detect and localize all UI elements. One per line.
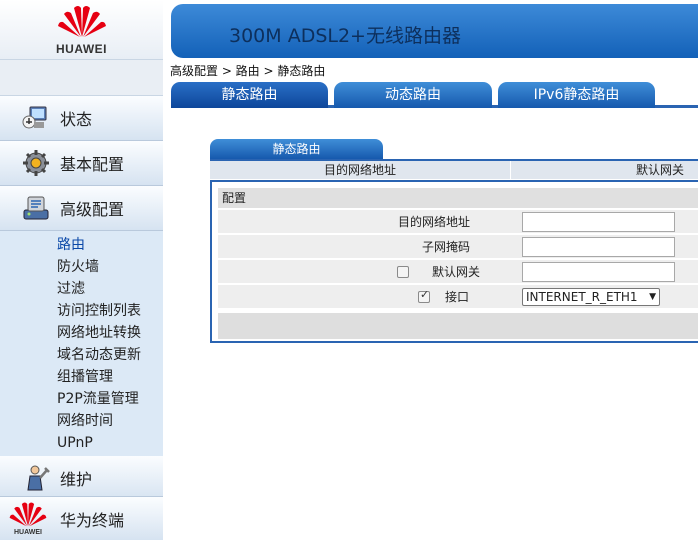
subnet-mask-input[interactable] — [522, 237, 675, 257]
huawei-terminal-brand[interactable]: HUAWEI 华为终端 — [0, 496, 163, 540]
interface-label: 接口 — [444, 290, 469, 304]
sidebar-item-basic-config[interactable]: 基本配置 — [0, 141, 163, 186]
gateway-input[interactable] — [522, 262, 675, 282]
form-row-gateway: 默认网关 — [218, 260, 698, 284]
sidebar: HUAWEI 状态 基本配置 高级配置 路由 防火墙 过滤 访问控制列表 网络地… — [0, 0, 163, 540]
submenu-item-p2p[interactable]: P2P流量管理 — [57, 388, 163, 410]
panel-tab-static-route: 静态路由 — [210, 139, 383, 159]
sidebar-item-status[interactable]: 状态 — [0, 96, 163, 141]
sidebar-spacer — [0, 60, 163, 96]
column-header-gateway: 默认网关 — [510, 161, 698, 179]
form-row-subnet-mask: 子网掩码 — [218, 235, 698, 259]
column-header-destination: 目的网络地址 — [323, 163, 396, 177]
submenu-item-firewall[interactable]: 防火墙 — [57, 256, 163, 278]
gear-icon — [23, 150, 49, 176]
interface-selected-value: INTERNET_R_ETH1 — [526, 290, 638, 304]
tab-dynamic-route[interactable]: 动态路由 — [334, 82, 492, 108]
config-form: 配置 目的网络地址 子网掩码 默认网关 接口 INTERNET_R_ETH1 ▼ — [210, 180, 698, 343]
brand-name: HUAWEI — [56, 42, 107, 56]
page-title: 300M ADSL2+无线路由器 — [229, 25, 461, 47]
tab-bar: 静态路由 动态路由 IPv6静态路由 — [171, 80, 698, 108]
config-title: 配置 — [218, 188, 698, 208]
breadcrumb: 高级配置 > 路由 > 静态路由 — [170, 64, 326, 78]
huawei-logo: HUAWEI — [0, 0, 163, 60]
interface-select[interactable]: INTERNET_R_ETH1 ▼ — [522, 288, 660, 306]
submenu: 路由 防火墙 过滤 访问控制列表 网络地址转换 域名动态更新 组播管理 P2P流… — [0, 231, 163, 456]
submenu-item-ddns[interactable]: 域名动态更新 — [57, 344, 163, 366]
status-monitor-icon — [22, 106, 47, 129]
destination-input[interactable] — [522, 212, 675, 232]
sidebar-item-label: 状态 — [60, 110, 93, 129]
sidebar-item-label: 维护 — [60, 470, 93, 489]
tab-static-route[interactable]: 静态路由 — [171, 82, 328, 108]
submenu-item-acl[interactable]: 访问控制列表 — [57, 300, 163, 322]
form-row-destination: 目的网络地址 — [218, 210, 698, 234]
form-row-interface: 接口 INTERNET_R_ETH1 ▼ — [218, 285, 698, 309]
submenu-item-route[interactable]: 路由 — [57, 234, 163, 256]
route-table-header: 目的网络地址 默认网关 — [210, 159, 698, 179]
maintenance-icon — [27, 465, 50, 491]
destination-label: 目的网络地址 — [397, 215, 470, 229]
huawei-logo-icon — [57, 6, 106, 37]
chevron-down-icon: ▼ — [649, 292, 656, 302]
mini-brand-name: HUAWEI — [14, 529, 42, 536]
advanced-config-icon — [23, 196, 49, 220]
huawei-mini-logo: HUAWEI — [6, 501, 50, 536]
sidebar-item-label: 高级配置 — [60, 200, 125, 219]
sidebar-item-maintenance[interactable]: 维护 — [0, 456, 163, 501]
submenu-item-multicast[interactable]: 组播管理 — [57, 366, 163, 388]
sidebar-item-label: 基本配置 — [60, 155, 125, 174]
submenu-item-network-time[interactable]: 网络时间 — [57, 410, 163, 432]
submenu-item-filter[interactable]: 过滤 — [57, 278, 163, 300]
main-content: 300M ADSL2+无线路由器 高级配置 > 路由 > 静态路由 静态路由 动… — [163, 0, 698, 540]
submenu-item-nat[interactable]: 网络地址转换 — [57, 322, 163, 344]
tab-ipv6-static-route[interactable]: IPv6静态路由 — [498, 82, 655, 108]
subnet-mask-label: 子网掩码 — [421, 240, 470, 254]
gateway-label: 默认网关 — [431, 265, 480, 279]
config-footer — [218, 313, 698, 339]
huawei-logo-icon — [9, 502, 47, 527]
sidebar-item-advanced-config[interactable]: 高级配置 — [0, 186, 163, 231]
submenu-item-upnp[interactable]: UPnP — [57, 432, 163, 454]
top-banner: 300M ADSL2+无线路由器 — [171, 4, 698, 58]
footer-brand-label: 华为终端 — [60, 510, 125, 530]
interface-checkbox[interactable] — [418, 288, 430, 303]
